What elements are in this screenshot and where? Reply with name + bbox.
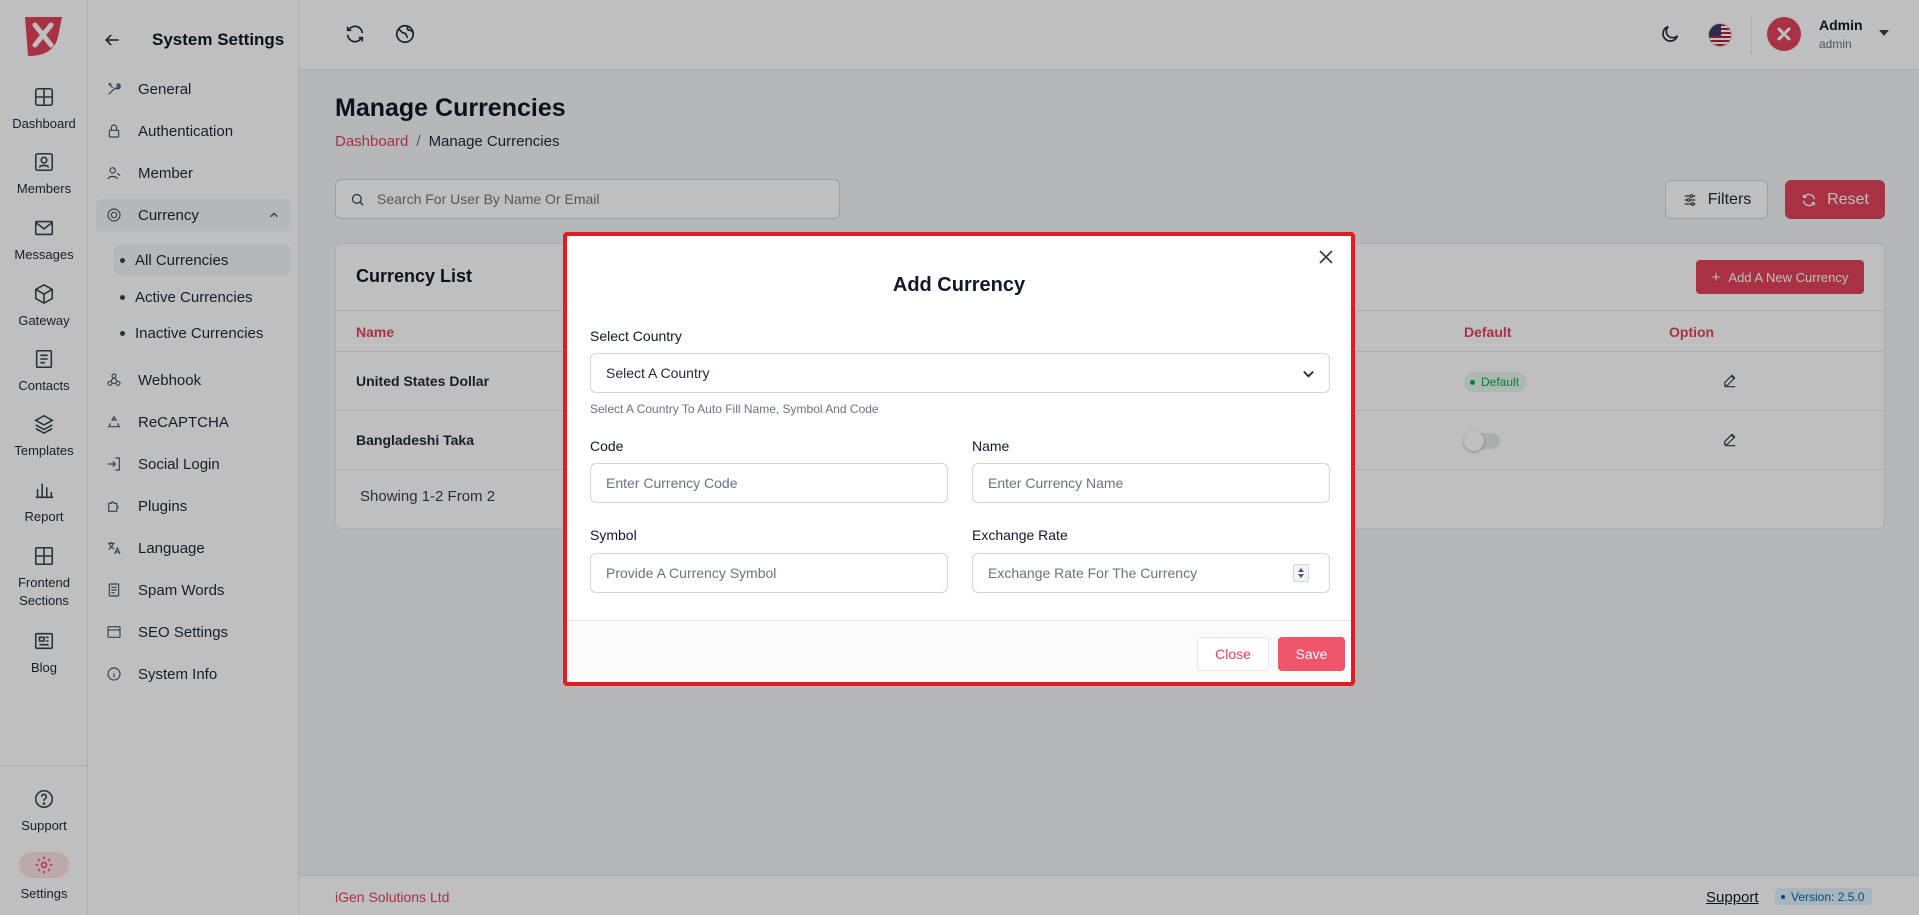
close-button[interactable]: Close <box>1197 637 1269 671</box>
close-icon[interactable] <box>1317 248 1335 266</box>
add-currency-modal: Add Currency Select Country Select A Cou… <box>563 232 1355 686</box>
country-select[interactable]: Select A Country <box>590 353 1330 393</box>
select-country-hint: Select A Country To Auto Fill Name, Symb… <box>590 402 879 416</box>
modal-title: Add Currency <box>892 274 1026 296</box>
currency-symbol-input[interactable] <box>590 553 948 593</box>
number-stepper[interactable] <box>1293 564 1309 582</box>
code-label: Code <box>590 438 624 454</box>
currency-code-input[interactable] <box>590 463 948 503</box>
select-country-label: Select Country <box>590 328 682 344</box>
country-select-value: Select A Country <box>606 365 710 381</box>
name-label: Name <box>972 438 1010 454</box>
currency-name-input[interactable] <box>972 463 1330 503</box>
save-button[interactable]: Save <box>1278 637 1345 671</box>
chevron-down-icon <box>1302 367 1315 380</box>
symbol-label: Symbol <box>590 527 637 543</box>
exchange-rate-label: Exchange Rate <box>972 527 1068 543</box>
modal-footer: Close Save <box>567 620 1351 682</box>
exchange-rate-input[interactable] <box>972 553 1330 593</box>
